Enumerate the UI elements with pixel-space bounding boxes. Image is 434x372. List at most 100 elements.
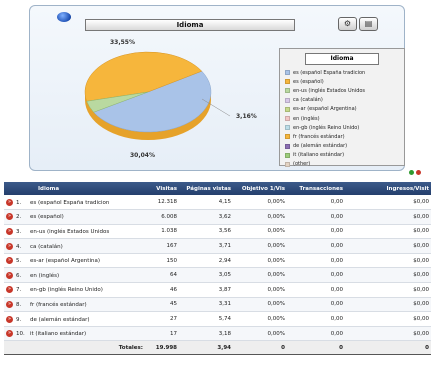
- cell-idioma: » 3. en-us (inglés Estados Unidos: [4, 224, 145, 240]
- row-arrow-icon[interactable]: »: [6, 242, 13, 250]
- cell-ingresos: $0,00: [345, 326, 431, 342]
- legend-item: ca (catalán): [280, 96, 404, 105]
- table-row[interactable]: » 4. ca (catalán) 167 3,71 0,00% 0,00 $0,00: [4, 238, 431, 254]
- legend-item: en (inglés): [280, 114, 404, 123]
- row-arrow-icon[interactable]: »: [6, 286, 13, 294]
- legend-label: ca (catalán): [293, 97, 323, 104]
- legend-label: es (español España tradicion: [293, 69, 366, 76]
- row-arrow-icon[interactable]: »: [6, 213, 13, 221]
- cell-visitas: 167: [145, 238, 179, 254]
- pie-label-main: 33,55%: [110, 39, 135, 46]
- cell-paginas: 3,18: [179, 326, 233, 342]
- legend-list: es (español España tradicion es (español)…: [280, 68, 404, 169]
- cell-idioma: » 5. es-ar (español Argentina): [4, 253, 145, 269]
- cell-paginas: 3,05: [179, 267, 233, 284]
- totals-visitas: 19.998: [145, 340, 179, 356]
- pie-label-second: 30,04%: [130, 152, 155, 159]
- cell-paginas: 3,87: [179, 282, 233, 298]
- row-language-link[interactable]: ca (catalán): [30, 244, 63, 250]
- table-row[interactable]: » 6. en (inglés) 64 3,05 0,00% 0,00 $0,00: [4, 267, 431, 284]
- row-number: 6.: [16, 272, 22, 279]
- row-arrow-icon[interactable]: »: [6, 227, 13, 235]
- cell-objetivo: 0,00%: [233, 209, 287, 225]
- table-row[interactable]: » 9. de (alemán estándar) 27 5,74 0,00% 0,00 $0…: [4, 311, 431, 327]
- legend-label: es (español): [293, 78, 324, 85]
- legend-swatch: [285, 97, 290, 103]
- col-header-ingresos[interactable]: Ingresos/Visit: [345, 182, 431, 195]
- cell-idioma: » 6. en (inglés): [4, 267, 145, 284]
- totals-transacciones: 0: [287, 340, 345, 356]
- language-table: Idioma Visitas Páginas vistas Objetivo 1…: [4, 182, 431, 356]
- table-row[interactable]: » 5. es-ar (español Argentina) 150 2,94 0,00%…: [4, 253, 431, 269]
- cell-idioma: » 8. fr (francés estándar): [4, 297, 145, 313]
- row-language-link[interactable]: fr (francés estándar): [30, 302, 87, 308]
- col-header-objetivo[interactable]: Objetivo 1/Vis: [233, 182, 287, 195]
- legend-item: en-gb (inglés Reino Unido): [280, 123, 404, 132]
- legend-item: de (alemán estándar): [280, 142, 404, 151]
- table-row[interactable]: » 3. en-us (inglés Estados Unidos 1.038 3,56…: [4, 224, 431, 240]
- col-header-transacciones[interactable]: Transacciones: [287, 182, 345, 195]
- table-row[interactable]: » 1. es (español España tradicion 12.318 4,1…: [4, 195, 431, 211]
- cell-paginas: 5,74: [179, 311, 233, 327]
- row-arrow-icon[interactable]: »: [6, 330, 13, 338]
- row-language-link[interactable]: en-gb (inglés Reino Unido): [30, 287, 103, 293]
- cell-ingresos: $0,00: [345, 195, 431, 211]
- legend-item: it (italiano estándar): [280, 151, 404, 160]
- cell-objetivo: 0,00%: [233, 195, 287, 211]
- legend-item: es (español España tradicion: [280, 68, 404, 77]
- cell-paginas: 3,62: [179, 209, 233, 225]
- cell-paginas: 3,56: [179, 224, 233, 240]
- chart-panel: Idioma ⚙ ▤ 33,55% 30,04% 3,16% Idioma es…: [29, 5, 405, 171]
- chart-export-icon[interactable]: ▤: [359, 17, 378, 31]
- totals-objetivo: 0: [233, 340, 287, 356]
- row-number: 2.: [16, 214, 22, 221]
- cell-idioma: » 4. ca (catalán): [4, 238, 145, 254]
- cell-trans: 0,00: [287, 195, 345, 211]
- legend-swatch: [285, 70, 290, 76]
- cell-trans: 0,00: [287, 267, 345, 284]
- cell-ingresos: $0,00: [345, 253, 431, 269]
- col-header-idioma[interactable]: Idioma: [4, 182, 145, 195]
- table-row[interactable]: » 8. fr (francés estándar) 45 3,31 0,00% 0,00 $…: [4, 297, 431, 313]
- legend-item: en-us (inglés Estados Unidos: [280, 86, 404, 95]
- cell-paginas: 3,31: [179, 297, 233, 313]
- row-language-link[interactable]: en-us (inglés Estados Unidos: [30, 229, 109, 235]
- table-row[interactable]: » 10. it (italiano estándar) 17 3,18 0,00% 0,0…: [4, 326, 431, 342]
- row-number: 9.: [16, 316, 22, 323]
- chart-options-icon[interactable]: ⚙: [338, 17, 357, 31]
- row-number: 5.: [16, 258, 22, 265]
- row-language-link[interactable]: es (español España tradicion: [30, 200, 109, 206]
- cell-visitas: 46: [145, 282, 179, 298]
- row-arrow-icon[interactable]: »: [6, 257, 13, 265]
- row-arrow-icon[interactable]: »: [6, 271, 13, 279]
- row-language-link[interactable]: es (español): [30, 214, 64, 220]
- legend-swatch: [285, 106, 290, 112]
- legend-label: fr (francés estándar): [293, 133, 345, 140]
- row-arrow-icon[interactable]: »: [6, 315, 13, 323]
- table-row[interactable]: » 7. en-gb (inglés Reino Unido) 46 3,87 0,00%…: [4, 282, 431, 298]
- row-number: 1.: [16, 199, 22, 206]
- row-language-link[interactable]: de (alemán estándar): [30, 317, 90, 323]
- cell-objetivo: 0,00%: [233, 253, 287, 269]
- col-header-paginas[interactable]: Páginas vistas: [179, 182, 233, 195]
- cell-ingresos: $0,00: [345, 282, 431, 298]
- cell-visitas: 12.318: [145, 195, 179, 211]
- cell-trans: 0,00: [287, 297, 345, 313]
- col-header-visitas[interactable]: Visitas: [145, 182, 179, 195]
- row-language-link[interactable]: es-ar (español Argentina): [30, 258, 100, 264]
- row-language-link[interactable]: it (italiano estándar): [30, 331, 86, 337]
- row-number: 7.: [16, 287, 22, 294]
- cell-objetivo: 0,00%: [233, 224, 287, 240]
- cell-ingresos: $0,00: [345, 224, 431, 240]
- cell-ingresos: $0,00: [345, 297, 431, 313]
- row-language-link[interactable]: en (inglés): [30, 273, 59, 279]
- cell-objetivo: 0,00%: [233, 282, 287, 298]
- row-arrow-icon[interactable]: »: [6, 198, 13, 206]
- cell-objetivo: 0,00%: [233, 326, 287, 342]
- cell-objetivo: 0,00%: [233, 297, 287, 313]
- legend-swatch: [285, 161, 290, 167]
- legend-swatch: [285, 125, 290, 131]
- table-row[interactable]: » 2. es (español) 6.008 3,62 0,00% 0,00 $0,00: [4, 209, 431, 225]
- totals-ingresos: 0: [345, 340, 431, 356]
- row-arrow-icon[interactable]: »: [6, 300, 13, 308]
